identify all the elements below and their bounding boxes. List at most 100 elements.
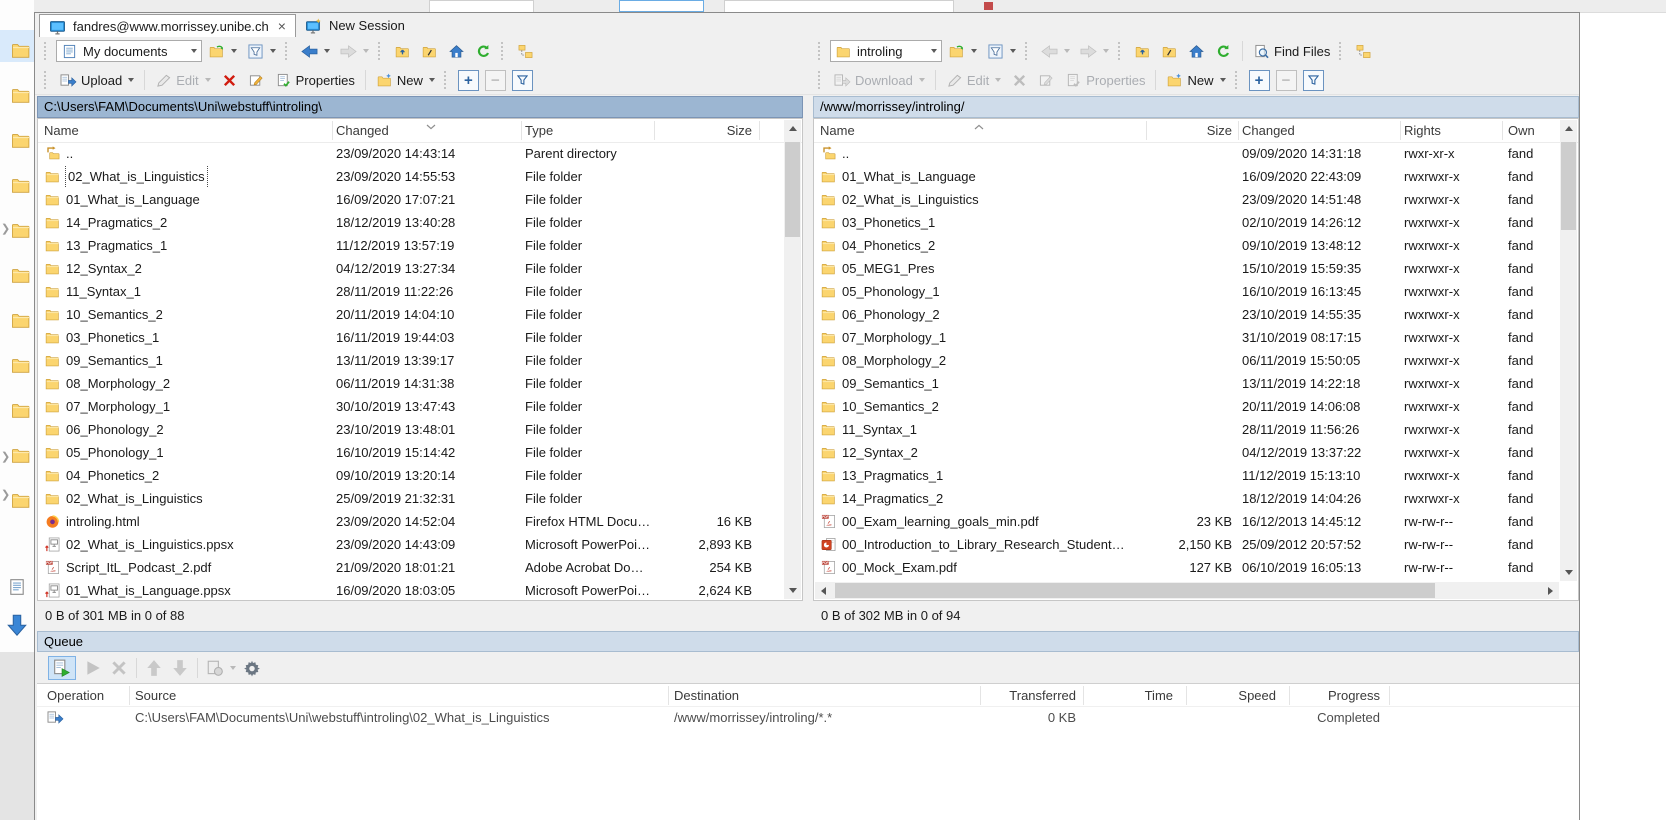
column-divider[interactable]: [1400, 121, 1401, 140]
right-rename-button[interactable]: [1034, 68, 1059, 92]
file-row[interactable]: 09_Semantics_113/11/2019 13:39:17File fo…: [38, 349, 783, 372]
synchronize-browsing-button[interactable]: [1351, 39, 1376, 63]
scrollbar-thumb[interactable]: [785, 142, 800, 237]
file-row[interactable]: 01_What_is_Language16/09/2020 17:07:21Fi…: [38, 188, 783, 211]
toolbar-grip[interactable]: [1235, 71, 1242, 89]
column-divider[interactable]: [521, 121, 522, 140]
right-back-button[interactable]: [1037, 39, 1074, 63]
left-rename-button[interactable]: [244, 68, 269, 92]
column-header-name[interactable]: Name: [44, 119, 328, 142]
toolbar-grip[interactable]: [1025, 42, 1032, 60]
toolbar-grip[interactable]: [444, 71, 451, 89]
toolbar-grip[interactable]: [285, 42, 292, 60]
left-tree-button[interactable]: [513, 39, 538, 63]
file-row[interactable]: 11_Syntax_128/11/2019 11:56:26rwxrwxr-xf…: [814, 418, 1559, 441]
left-open-directory-button[interactable]: [204, 39, 241, 63]
right-refresh-button[interactable]: [1211, 39, 1236, 63]
column-divider[interactable]: [1186, 686, 1187, 705]
queue-column-progress[interactable]: Progress: [1240, 684, 1380, 707]
toolbar-grip[interactable]: [44, 42, 51, 60]
file-row[interactable]: 06_Phonology_223/10/2019 13:48:01File fo…: [38, 418, 783, 441]
toolbar-grip[interactable]: [501, 42, 508, 60]
download-button[interactable]: Download: [830, 68, 929, 92]
right-directory-combobox[interactable]: introling: [830, 40, 942, 62]
file-row[interactable]: 07_Morphology_130/10/2019 13:47:43File f…: [38, 395, 783, 418]
column-divider[interactable]: [980, 686, 981, 705]
scroll-down-icon[interactable]: [784, 582, 801, 599]
file-row[interactable]: 14_Pragmatics_218/12/2019 14:04:26rwxrwx…: [814, 487, 1559, 510]
queue-resume-button[interactable]: [83, 659, 103, 677]
column-header-owner[interactable]: Own: [1508, 119, 1558, 142]
file-row[interactable]: 01_What_is_Language16/09/2020 22:43:09rw…: [814, 165, 1559, 188]
left-select-plus-button[interactable]: +: [458, 70, 479, 91]
column-divider[interactable]: [1289, 686, 1290, 705]
queue-move-down-button[interactable]: [170, 659, 190, 677]
scroll-left-icon[interactable]: [815, 582, 832, 599]
file-row[interactable]: PDF00_Mock_Exam.pdf127 KB06/10/2019 16:0…: [814, 556, 1559, 579]
queue-move-up-button[interactable]: [144, 659, 164, 677]
column-header-type[interactable]: Type: [525, 119, 670, 142]
file-row[interactable]: 03_Phonetics_102/10/2019 14:26:12rwxrwxr…: [814, 211, 1559, 234]
file-row[interactable]: 04_Phonetics_209/10/2019 13:48:12rwxrwxr…: [814, 234, 1559, 257]
column-divider[interactable]: [1502, 121, 1503, 140]
file-row[interactable]: 13_Pragmatics_111/12/2019 13:57:19File f…: [38, 234, 783, 257]
queue-column-source[interactable]: Source: [135, 684, 665, 707]
file-row[interactable]: PDFScript_ItL_Podcast_2.pdf21/09/2020 18…: [38, 556, 783, 579]
column-divider[interactable]: [129, 686, 130, 705]
file-row[interactable]: 08_Morphology_206/11/2019 14:31:38File f…: [38, 372, 783, 395]
left-refresh-button[interactable]: [471, 39, 496, 63]
column-divider[interactable]: [1238, 121, 1239, 140]
queue-title-bar[interactable]: Queue: [37, 631, 1579, 652]
right-filter-box-button[interactable]: [1303, 70, 1324, 91]
file-row[interactable]: 00_Introduction_to_Library_Research_Stud…: [814, 533, 1559, 556]
right-forward-button[interactable]: [1076, 39, 1113, 63]
scroll-up-icon[interactable]: [784, 120, 801, 137]
upload-button[interactable]: Upload: [56, 68, 138, 92]
file-row[interactable]: 08_Morphology_206/11/2019 15:50:05rwxrwx…: [814, 349, 1559, 372]
file-row[interactable]: 07_Morphology_131/10/2019 08:17:15rwxrwx…: [814, 326, 1559, 349]
scroll-down-icon[interactable]: [1560, 564, 1577, 581]
file-row[interactable]: PDF00_Exam_learning_goals_min.pdf23 KB16…: [814, 510, 1559, 533]
new-session-tab[interactable]: New Session: [296, 14, 414, 37]
queue-operations-button[interactable]: [205, 659, 225, 677]
left-forward-button[interactable]: [336, 39, 373, 63]
column-divider[interactable]: [1146, 121, 1147, 140]
left-select-minus-button[interactable]: −: [485, 70, 506, 91]
column-divider[interactable]: [668, 686, 669, 705]
file-row[interactable]: ..23/09/2020 14:43:14Parent directory: [38, 142, 783, 165]
file-row[interactable]: 05_MEG1_Pres15/10/2019 15:59:35rwxrwxr-x…: [814, 257, 1559, 280]
file-row[interactable]: 05_Phonology_116/10/2019 15:14:42File fo…: [38, 441, 783, 464]
right-select-plus-button[interactable]: +: [1249, 70, 1270, 91]
scroll-up-icon[interactable]: [1560, 120, 1577, 137]
left-new-button[interactable]: New: [372, 68, 439, 92]
column-divider[interactable]: [332, 121, 333, 140]
file-row[interactable]: 03_Phonetics_116/11/2019 19:44:03File fo…: [38, 326, 783, 349]
column-divider[interactable]: [1083, 686, 1084, 705]
file-row[interactable]: 05_Phonology_116/10/2019 16:13:45rwxrwxr…: [814, 280, 1559, 303]
queue-preferences-gear-icon[interactable]: [242, 659, 262, 677]
right-edit-button[interactable]: Edit: [942, 68, 1005, 92]
left-path-bar[interactable]: C:\Users\FAM\Documents\Uni\webstuff\intr…: [37, 96, 803, 118]
file-row[interactable]: 12_Syntax_204/12/2019 13:27:34File folde…: [38, 257, 783, 280]
column-header-rights[interactable]: Rights: [1404, 119, 1496, 142]
right-new-button[interactable]: New: [1162, 68, 1229, 92]
column-divider[interactable]: [759, 121, 760, 140]
scrollbar-thumb[interactable]: [1561, 142, 1576, 230]
file-row[interactable]: ..09/09/2020 14:31:18rwxr-xr-xfand: [814, 142, 1559, 165]
column-divider[interactable]: [1389, 686, 1390, 705]
file-row[interactable]: 14_Pragmatics_218/12/2019 13:40:28File f…: [38, 211, 783, 234]
right-parent-directory-button[interactable]: [1130, 39, 1155, 63]
queue-column-operation[interactable]: Operation: [47, 684, 133, 707]
left-filter-button[interactable]: [243, 39, 280, 63]
queue-delete-button[interactable]: [109, 659, 129, 677]
file-row[interactable]: 02_What_is_Linguistics25/09/2019 21:32:3…: [38, 487, 783, 510]
right-root-directory-button[interactable]: [1157, 39, 1182, 63]
file-row[interactable]: 02_What_is_Linguistics23/09/2020 14:55:5…: [38, 165, 783, 188]
column-header-size[interactable]: Size: [1152, 119, 1232, 142]
toolbar-grip[interactable]: [818, 42, 825, 60]
left-back-button[interactable]: [297, 39, 334, 63]
right-vertical-scrollbar[interactable]: [1560, 120, 1577, 581]
file-row[interactable]: 10_Semantics_220/11/2019 14:04:10File fo…: [38, 303, 783, 326]
left-properties-button[interactable]: Properties: [271, 68, 359, 92]
file-row[interactable]: 09_Semantics_113/11/2019 14:22:18rwxrwxr…: [814, 372, 1559, 395]
